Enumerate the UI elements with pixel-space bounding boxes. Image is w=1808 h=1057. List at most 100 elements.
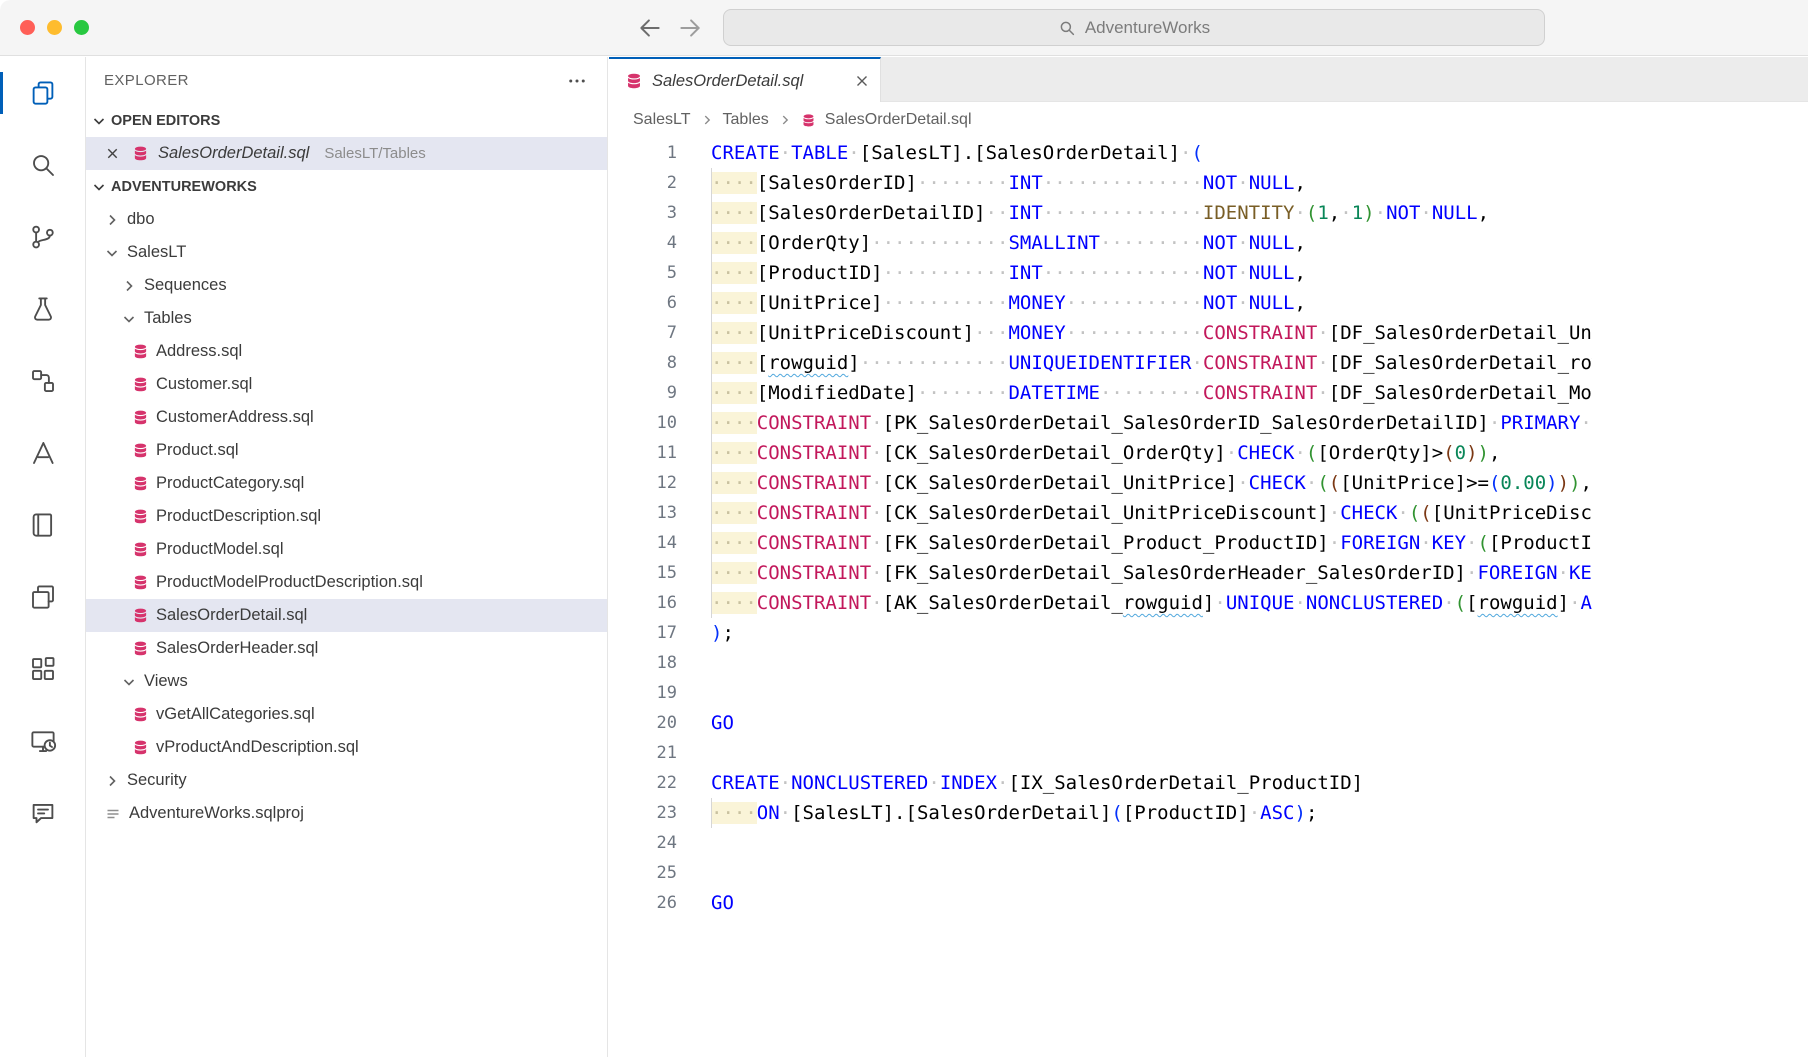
line-number: 10 — [609, 408, 677, 438]
minimize-window-button[interactable] — [47, 20, 62, 35]
section-open-editors[interactable]: OPEN EDITORS — [86, 104, 607, 137]
tree-item-label: vProductAndDescription.sql — [156, 738, 359, 757]
code-line[interactable]: 15····CONSTRAINT·[FK_SalesOrderDetail_Sa… — [609, 558, 1592, 588]
code-line-text: ····[UnitPriceDiscount]···MONEY·········… — [711, 318, 1592, 348]
source-control-icon — [28, 222, 58, 252]
tree-item-tables[interactable]: Tables — [86, 302, 607, 335]
breadcrumb-item-file[interactable]: SalesOrderDetail.sql — [825, 111, 972, 129]
code-line-text: ····CONSTRAINT·[FK_SalesOrderDetail_Prod… — [711, 528, 1592, 558]
tree-item-label: Sequences — [144, 276, 227, 295]
tree-item-productdescription-sql[interactable]: ProductDescription.sql — [86, 500, 607, 533]
activity-notebook-button[interactable] — [0, 489, 85, 561]
code-viewport[interactable]: 1CREATE·TABLE·[SalesLT].[SalesOrderDetai… — [609, 138, 1592, 1057]
activity-search-button[interactable] — [0, 129, 85, 201]
tree-item-dbo[interactable]: dbo — [86, 203, 607, 236]
tree-item-saleslt[interactable]: SalesLT — [86, 236, 607, 269]
code-line[interactable]: 6····[UnitPrice]···········MONEY········… — [609, 288, 1592, 318]
code-line[interactable]: 25 — [609, 858, 1592, 888]
code-line[interactable]: 21 — [609, 738, 1592, 768]
code-line-text: ····[UnitPrice]···········MONEY·········… — [711, 288, 1306, 318]
tab-bar: SalesOrderDetail.sql — [609, 57, 1808, 102]
tree-item-salesorderdetail-sql[interactable]: SalesOrderDetail.sql — [86, 599, 607, 632]
section-adventureworks[interactable]: ADVENTUREWORKS — [86, 170, 607, 203]
tree-item-label: Security — [127, 771, 187, 790]
code-line[interactable]: 1CREATE·TABLE·[SalesLT].[SalesOrderDetai… — [609, 138, 1592, 168]
tree-item-adventureworks-sqlproj[interactable]: AdventureWorks.sqlproj — [86, 797, 607, 830]
tree-item-customer-sql[interactable]: Customer.sql — [86, 368, 607, 401]
navigate-back-button[interactable] — [634, 13, 666, 43]
activity-remote-explorer-button[interactable] — [0, 705, 85, 777]
code-line[interactable]: 20GO — [609, 708, 1592, 738]
chevron-right-icon — [119, 276, 139, 296]
tree-item-vproductanddescription-sql[interactable]: vProductAndDescription.sql — [86, 731, 607, 764]
code-line[interactable]: 8····[rowguid]·············UNIQUEIDENTIF… — [609, 348, 1592, 378]
breadcrumb-item-folder[interactable]: Tables — [723, 111, 769, 129]
more-actions-icon[interactable] — [567, 71, 587, 91]
code-line[interactable]: 19 — [609, 678, 1592, 708]
book-icon — [28, 510, 58, 540]
command-center-search[interactable]: AdventureWorks — [723, 9, 1545, 46]
code-line[interactable]: 5····[ProductID]···········INT··········… — [609, 258, 1592, 288]
code-line[interactable]: 18 — [609, 648, 1592, 678]
code-line-text: ····[SalesOrderDetailID]··INT···········… — [711, 198, 1489, 228]
code-line[interactable]: 10····CONSTRAINT·[PK_SalesOrderDetail_Sa… — [609, 408, 1592, 438]
line-number: 15 — [609, 558, 677, 588]
code-line[interactable]: 26GO — [609, 888, 1592, 918]
extensions-icon — [28, 654, 58, 684]
close-window-button[interactable] — [20, 20, 35, 35]
activity-extensions-button[interactable] — [0, 633, 85, 705]
activity-source-control-button[interactable] — [0, 201, 85, 273]
tree-item-productcategory-sql[interactable]: ProductCategory.sql — [86, 467, 607, 500]
tree-item-security[interactable]: Security — [86, 764, 607, 797]
tree-item-label: ProductDescription.sql — [156, 507, 321, 526]
activity-explorer-button[interactable] — [0, 57, 85, 129]
activity-symbols-button[interactable] — [0, 345, 85, 417]
open-editor-item[interactable]: SalesOrderDetail.sql SalesLT/Tables — [86, 137, 607, 170]
code-line[interactable]: 12····CONSTRAINT·[CK_SalesOrderDetail_Un… — [609, 468, 1592, 498]
remote-monitor-icon — [28, 726, 58, 756]
code-line[interactable]: 2····[SalesOrderID]········INT··········… — [609, 168, 1592, 198]
tree-item-customeraddress-sql[interactable]: CustomerAddress.sql — [86, 401, 607, 434]
activity-tests-button[interactable] — [0, 273, 85, 345]
code-line-text: ····[OrderQty]············SMALLINT······… — [711, 228, 1306, 258]
navigate-forward-button[interactable] — [674, 13, 706, 43]
tree-item-salesorderheader-sql[interactable]: SalesOrderHeader.sql — [86, 632, 607, 665]
tree-item-productmodelproductdescription-sql[interactable]: ProductModelProductDescription.sql — [86, 566, 607, 599]
close-tab-icon[interactable] — [854, 73, 870, 89]
code-line-text: ); — [711, 618, 734, 648]
tree-item-product-sql[interactable]: Product.sql — [86, 434, 607, 467]
tree-item-sequences[interactable]: Sequences — [86, 269, 607, 302]
activity-chat-button[interactable] — [0, 777, 85, 849]
tree-item-label: dbo — [127, 210, 155, 229]
code-line-text: GO — [711, 708, 734, 738]
code-line[interactable]: 17); — [609, 618, 1592, 648]
code-line[interactable]: 4····[OrderQty]············SMALLINT·····… — [609, 228, 1592, 258]
arrow-left-icon — [637, 15, 663, 41]
tab-salesorderdetail[interactable]: SalesOrderDetail.sql — [609, 57, 881, 103]
file-tree: dboSalesLTSequencesTablesAddress.sqlCust… — [86, 203, 607, 830]
code-line-text: ····CONSTRAINT·[CK_SalesOrderDetail_Unit… — [711, 498, 1592, 528]
code-line[interactable]: 3····[SalesOrderDetailID]··INT··········… — [609, 198, 1592, 228]
tree-item-views[interactable]: Views — [86, 665, 607, 698]
line-number: 25 — [609, 858, 677, 888]
tree-item-productmodel-sql[interactable]: ProductModel.sql — [86, 533, 607, 566]
tree-item-vgetallcategories-sql[interactable]: vGetAllCategories.sql — [86, 698, 607, 731]
code-line[interactable]: 22CREATE·NONCLUSTERED·INDEX·[IX_SalesOrd… — [609, 768, 1592, 798]
code-line-text: CREATE·TABLE·[SalesLT].[SalesOrderDetail… — [711, 138, 1203, 168]
breadcrumb-item-schema[interactable]: SalesLT — [633, 111, 691, 129]
code-line[interactable]: 7····[UnitPriceDiscount]···MONEY········… — [609, 318, 1592, 348]
code-line[interactable]: 9····[ModifiedDate]········DATETIME·····… — [609, 378, 1592, 408]
code-line[interactable]: 24 — [609, 828, 1592, 858]
close-icon[interactable] — [102, 144, 122, 164]
code-line[interactable]: 23····ON·[SalesLT].[SalesOrderDetail]([P… — [609, 798, 1592, 828]
code-line[interactable]: 13····CONSTRAINT·[CK_SalesOrderDetail_Un… — [609, 498, 1592, 528]
code-line[interactable]: 11····CONSTRAINT·[CK_SalesOrderDetail_Or… — [609, 438, 1592, 468]
chat-bubble-icon — [28, 798, 58, 828]
activity-azure-button[interactable] — [0, 417, 85, 489]
activity-editor-layout-button[interactable] — [0, 561, 85, 633]
tree-item-address-sql[interactable]: Address.sql — [86, 335, 607, 368]
zoom-window-button[interactable] — [74, 20, 89, 35]
explorer-sidebar: EXPLORER OPEN EDITORS SalesOrderDetail.s… — [86, 57, 608, 1057]
code-line[interactable]: 14····CONSTRAINT·[FK_SalesOrderDetail_Pr… — [609, 528, 1592, 558]
code-line[interactable]: 16····CONSTRAINT·[AK_SalesOrderDetail_ro… — [609, 588, 1592, 618]
